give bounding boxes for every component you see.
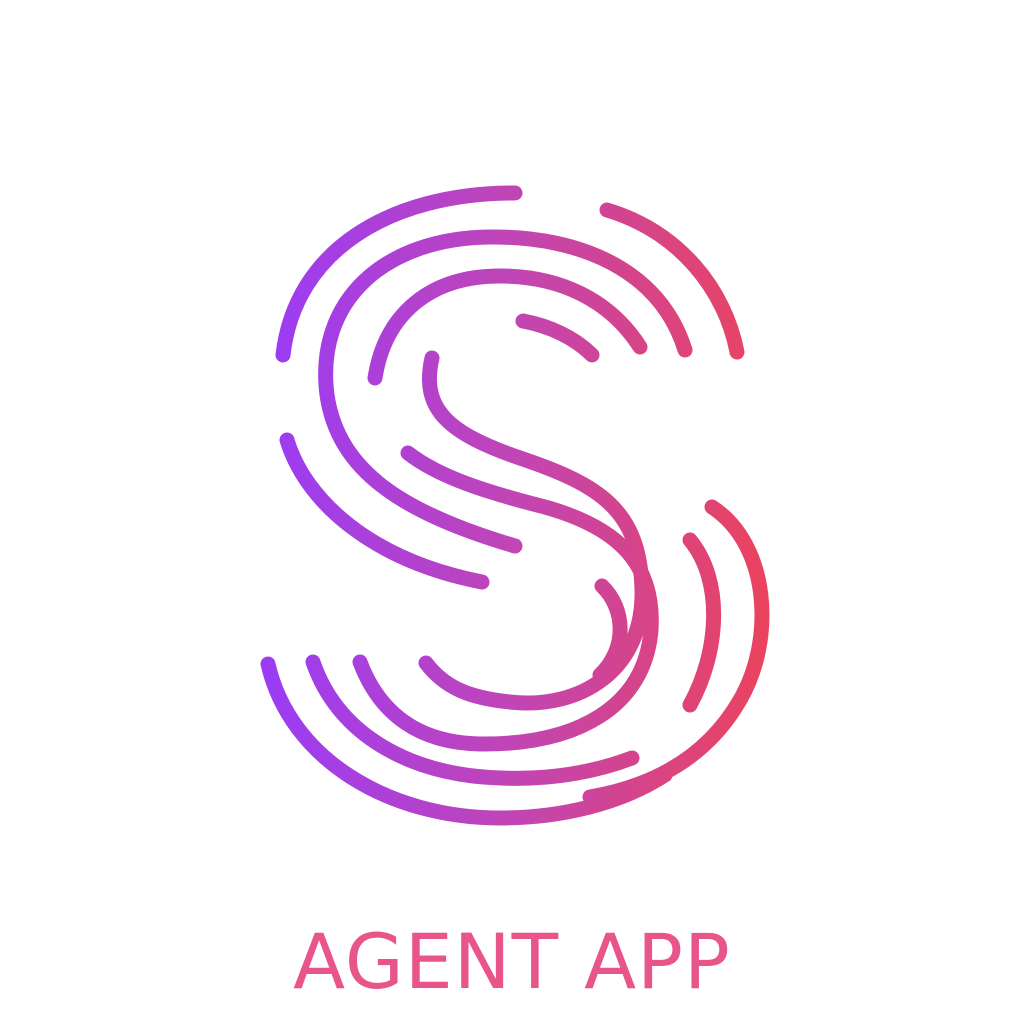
logo-stroke [592,578,628,683]
app-name: AGENT APP [293,916,731,1006]
logo-stroke [682,532,722,713]
logo-stroke [279,432,490,590]
logo-stroke [367,268,648,386]
fingerprint-s-logo-icon [260,185,770,826]
logo-stroke [515,313,600,363]
splash-screen: AGENT APP [0,0,1024,1024]
